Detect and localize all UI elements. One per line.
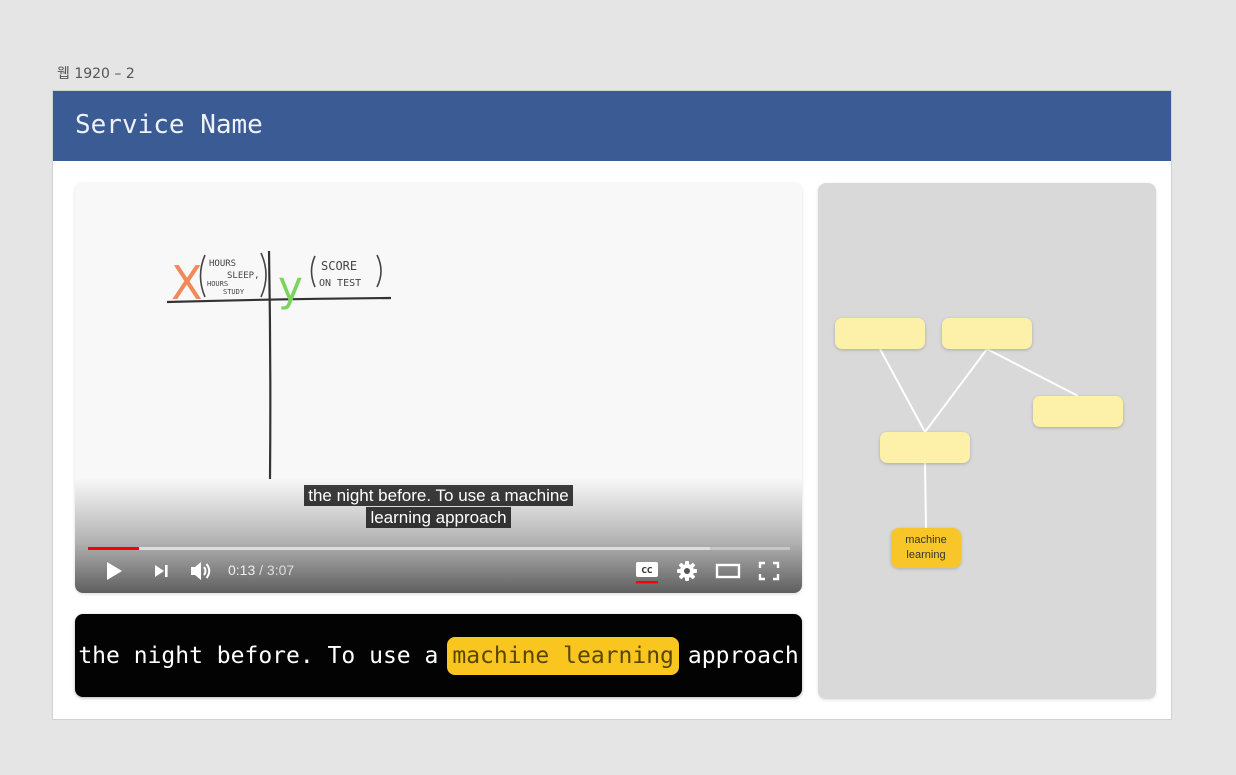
- settings-button[interactable]: [673, 559, 701, 583]
- concept-node-main-label: machine learning: [905, 534, 947, 561]
- link-node2-node3: [924, 348, 988, 433]
- caption-line-1: the night before. To use a machine: [304, 485, 573, 506]
- time-duration: 3:07: [266, 562, 295, 578]
- concept-node-main[interactable]: machine learning: [891, 528, 961, 568]
- app-frame: Service Name X HOURS SLEEP, HOURS STUDY …: [52, 90, 1172, 720]
- next-icon: [155, 565, 168, 577]
- concept-map-panel: machine learning: [818, 183, 1156, 699]
- progress-loaded: [88, 547, 710, 550]
- x-desc-line-1: HOURS: [209, 259, 236, 269]
- transcript-before: the night before. To use a: [78, 642, 439, 669]
- time-separator: /: [255, 562, 267, 578]
- theater-mode-button[interactable]: [713, 559, 743, 583]
- concept-node-1[interactable]: [835, 318, 925, 349]
- y-variable-label: y: [278, 262, 303, 311]
- volume-button[interactable]: [187, 559, 215, 583]
- fullscreen-icon: [758, 561, 780, 581]
- next-button[interactable]: [149, 559, 173, 583]
- x-variable-label: X: [171, 256, 203, 310]
- top-bar: Service Name: [53, 91, 1171, 161]
- x-desc-line-2: SLEEP,: [227, 271, 260, 281]
- volume-icon: [191, 562, 211, 580]
- theater-mode-icon: [715, 563, 741, 579]
- transcript-after: approach: [687, 642, 799, 669]
- gear-icon: [677, 561, 697, 581]
- play-icon: [107, 562, 122, 580]
- y-desc-line-1: SCORE: [321, 259, 357, 273]
- svg-text:CC: CC: [641, 566, 653, 575]
- concept-node-3[interactable]: [880, 432, 970, 463]
- concept-node-4[interactable]: [1033, 396, 1123, 427]
- fullscreen-button[interactable]: [755, 559, 783, 583]
- concept-node-2[interactable]: [942, 318, 1032, 349]
- link-node2-node4: [986, 348, 1079, 397]
- x-desc-line-4: STUDY: [223, 288, 245, 296]
- link-node3-main: [924, 462, 927, 529]
- transcript-panel: the night before. To use a machine learn…: [75, 614, 802, 697]
- y-desc-line-2: ON TEST: [319, 278, 361, 289]
- transcript-keyword[interactable]: machine learning: [447, 636, 679, 675]
- video-player[interactable]: X HOURS SLEEP, HOURS STUDY y SCORE ON TE…: [75, 183, 802, 593]
- time-display: 0:13 / 3:07: [228, 562, 294, 578]
- time-current: 0:13: [228, 562, 256, 578]
- service-name: Service Name: [75, 110, 263, 140]
- caption-line-2: learning approach: [366, 507, 511, 528]
- video-caption: the night before. To use a machine learn…: [75, 485, 802, 529]
- concept-map-links: [879, 348, 1079, 529]
- progress-bar[interactable]: [88, 547, 790, 550]
- link-node1-node3: [879, 348, 926, 433]
- progress-played: [88, 547, 140, 550]
- play-button[interactable]: [101, 559, 127, 583]
- x-desc-line-3: HOURS: [207, 280, 228, 288]
- cc-icon: CC: [636, 562, 658, 584]
- captions-button[interactable]: CC: [633, 559, 661, 584]
- frame-label: 웹 1920 – 2: [57, 66, 135, 82]
